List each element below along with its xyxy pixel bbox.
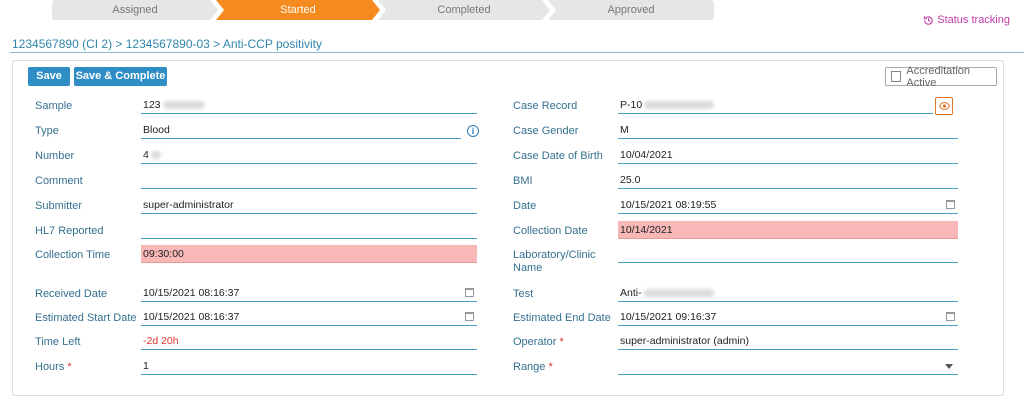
time-left-label: Time Left xyxy=(35,336,81,348)
collection-time-field[interactable]: 09:30:00 xyxy=(141,245,477,263)
accreditation-label: Accreditation Active xyxy=(906,64,970,89)
time-left-field: -2d 20h xyxy=(141,332,477,350)
step-assigned: Assigned xyxy=(52,0,218,20)
chevron-down-icon[interactable] xyxy=(945,364,953,369)
breadcrumb[interactable]: 1234567890 (CI 2) > 1234567890-03 > Anti… xyxy=(12,37,322,51)
hours-label: Hours * xyxy=(35,361,72,373)
case-gender-field[interactable]: M xyxy=(618,121,958,139)
case-gender-label: Case Gender xyxy=(513,125,579,137)
date-label: Date xyxy=(513,200,537,212)
accreditation-toggle[interactable]: Accreditation Active xyxy=(885,64,997,89)
history-icon xyxy=(924,15,933,25)
case-record-label: Case Record xyxy=(513,100,578,112)
number-field[interactable]: 4 xyxy=(141,146,477,164)
submitter-label: Submitter xyxy=(35,200,83,212)
collection-date-field[interactable]: 10/14/2021 xyxy=(618,221,958,239)
collection-time-label: Collection Time xyxy=(35,249,111,261)
comment-label: Comment xyxy=(35,175,83,187)
step-completed: Completed xyxy=(378,0,550,20)
status-tracking-link[interactable]: Status tracking xyxy=(923,14,1010,26)
save-complete-button[interactable]: Save & Complete xyxy=(74,67,167,86)
hl7-reported-label: HL7 Reported xyxy=(35,225,104,237)
received-date-label: Received Date xyxy=(35,288,108,300)
submitter-field[interactable]: super-administrator xyxy=(141,196,477,214)
eye-icon xyxy=(938,102,950,110)
estimated-end-date-label: Estimated End Date xyxy=(513,312,611,324)
info-icon[interactable]: i xyxy=(467,125,479,137)
test-field[interactable]: Anti- xyxy=(618,284,958,302)
comment-field[interactable] xyxy=(141,171,477,189)
form-panel: Save Save & Complete Accreditation Activ… xyxy=(12,60,1004,396)
range-label: Range * xyxy=(513,361,553,373)
redacted-text xyxy=(644,101,715,110)
sample-field[interactable]: 123 xyxy=(141,96,477,114)
step-approved: Approved xyxy=(548,0,714,20)
case-record-field[interactable]: P-10 xyxy=(618,96,933,114)
view-eye-button[interactable] xyxy=(935,97,953,115)
status-steps: Assigned Started Completed Approved xyxy=(52,0,714,20)
range-select[interactable] xyxy=(618,357,958,375)
operator-field[interactable]: super-administrator (admin) xyxy=(618,332,958,350)
type-field[interactable]: Blood xyxy=(141,121,461,139)
laboratory-clinic-name-label: Laboratory/Clinic Name xyxy=(513,249,596,274)
collection-date-label: Collection Date xyxy=(513,225,588,237)
status-tracking-label: Status tracking xyxy=(937,14,1010,26)
estimated-start-date-field[interactable]: 10/15/2021 08:16:37 xyxy=(141,308,477,326)
calendar-icon[interactable] xyxy=(465,288,474,297)
case-dob-label: Case Date of Birth xyxy=(513,150,603,162)
hl7-reported-field[interactable] xyxy=(141,221,477,239)
save-button[interactable]: Save xyxy=(28,67,70,86)
type-label: Type xyxy=(35,125,59,137)
test-label: Test xyxy=(513,288,534,300)
step-started: Started xyxy=(216,0,380,20)
laboratory-clinic-name-field[interactable] xyxy=(618,245,958,263)
redacted-text xyxy=(162,101,205,110)
breadcrumb-divider xyxy=(10,52,1024,53)
redacted-text xyxy=(150,151,161,160)
estimated-end-date-field[interactable]: 10/15/2021 09:16:37 xyxy=(618,308,958,326)
estimated-start-date-label: Estimated Start Date xyxy=(35,312,137,324)
operator-label: Operator * xyxy=(513,336,564,348)
date-field[interactable]: 10/15/2021 08:19:55 xyxy=(618,196,958,214)
calendar-icon[interactable] xyxy=(946,312,955,321)
received-date-field[interactable]: 10/15/2021 08:16:37 xyxy=(141,284,477,302)
calendar-icon[interactable] xyxy=(946,200,955,209)
calendar-icon[interactable] xyxy=(465,312,474,321)
accreditation-checkbox[interactable] xyxy=(891,71,902,82)
redacted-text xyxy=(643,289,714,298)
sample-label: Sample xyxy=(35,100,73,112)
case-dob-field[interactable]: 10/04/2021 xyxy=(618,146,958,164)
bmi-label: BMI xyxy=(513,175,533,187)
hours-field[interactable]: 1 xyxy=(141,357,477,375)
number-label: Number xyxy=(35,150,75,162)
bmi-field[interactable]: 25.0 xyxy=(618,171,958,189)
